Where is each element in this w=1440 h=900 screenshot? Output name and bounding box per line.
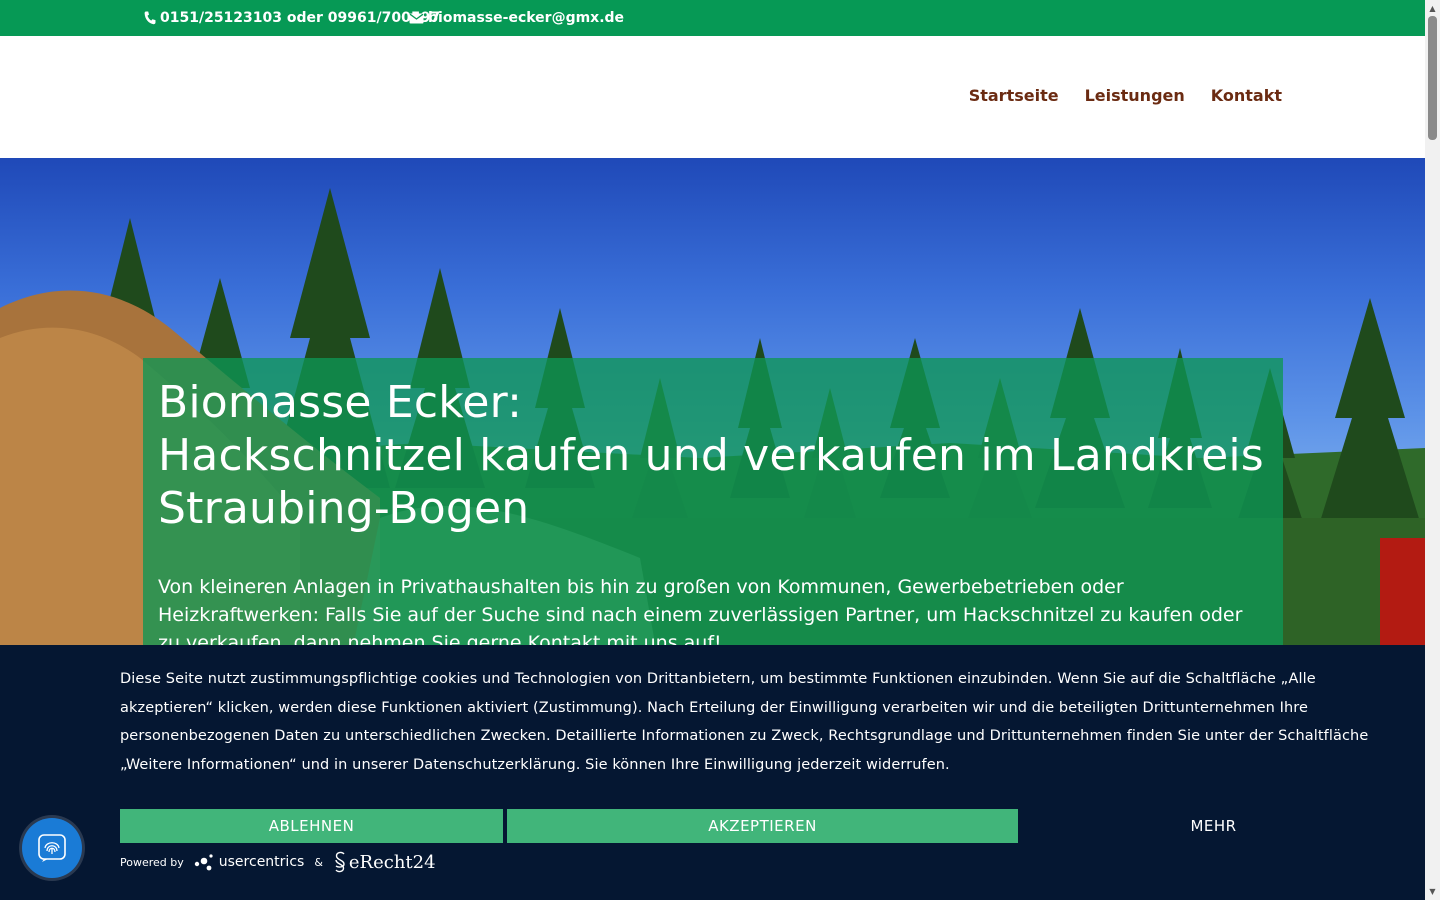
mail-icon	[409, 13, 424, 23]
scrollbar-thumb[interactable]	[1428, 16, 1437, 140]
phone-contact[interactable]: 0151/25123103 oder 09961/700597	[144, 10, 440, 26]
phone-number: 0151/25123103 oder 09961/700597	[160, 10, 441, 26]
cookie-consent-banner: Diese Seite nutzt zustimmungspflichtige …	[0, 645, 1425, 900]
nav-item-kontakt[interactable]: Kontakt	[1211, 86, 1282, 105]
email-contact[interactable]: biomasse-ecker@gmx.de	[409, 10, 624, 26]
usercentrics-logo[interactable]: usercentrics	[194, 852, 305, 872]
page: 0151/25123103 oder 09961/700597 biomasse…	[0, 0, 1425, 900]
vertical-scrollbar[interactable]: ▲ ▼	[1425, 0, 1440, 900]
erecht24-logo[interactable]: eRecht24	[333, 851, 436, 873]
ampersand: &	[314, 855, 323, 869]
deny-button[interactable]: ABLEHNEN	[120, 809, 503, 843]
usercentrics-dots-icon	[194, 854, 213, 871]
scroll-up-arrow-icon[interactable]: ▲	[1428, 4, 1437, 13]
top-contact-bar: 0151/25123103 oder 09961/700597 biomasse…	[0, 0, 1425, 36]
accept-button[interactable]: AKZEPTIEREN	[507, 809, 1018, 843]
more-button[interactable]: MEHR	[1022, 809, 1405, 843]
hero-title-line-1: Biomasse Ecker:	[158, 377, 523, 428]
scroll-down-arrow-icon[interactable]: ▼	[1428, 887, 1437, 896]
hero-title: Biomasse Ecker: Hackschnitzel kaufen und…	[158, 376, 1268, 535]
erecht24-section-sign-icon	[335, 851, 345, 873]
erecht24-name: eRecht24	[348, 851, 436, 873]
powered-by-line: Powered by usercentrics & eRecht24	[120, 851, 436, 873]
usercentrics-name: usercentrics	[218, 854, 305, 870]
hero-title-line-2: Hackschnitzel kaufen und verkaufen im La…	[158, 430, 1264, 481]
site-header: Startseite Leistungen Kontakt	[0, 36, 1425, 158]
email-address: biomasse-ecker@gmx.de	[428, 10, 625, 26]
nav-item-startseite[interactable]: Startseite	[969, 86, 1059, 105]
phone-icon	[144, 11, 156, 25]
hero-title-line-3: Straubing-Bogen	[158, 483, 530, 534]
hero-text-box: Biomasse Ecker: Hackschnitzel kaufen und…	[143, 358, 1283, 658]
nav-item-leistungen[interactable]: Leistungen	[1085, 86, 1185, 105]
main-navigation: Startseite Leistungen Kontakt	[969, 86, 1282, 105]
fingerprint-icon	[38, 834, 66, 862]
powered-by-label: Powered by	[120, 855, 184, 869]
cookie-consent-text: Diese Seite nutzt zustimmungspflichtige …	[120, 671, 1369, 773]
privacy-settings-button[interactable]	[22, 818, 82, 878]
